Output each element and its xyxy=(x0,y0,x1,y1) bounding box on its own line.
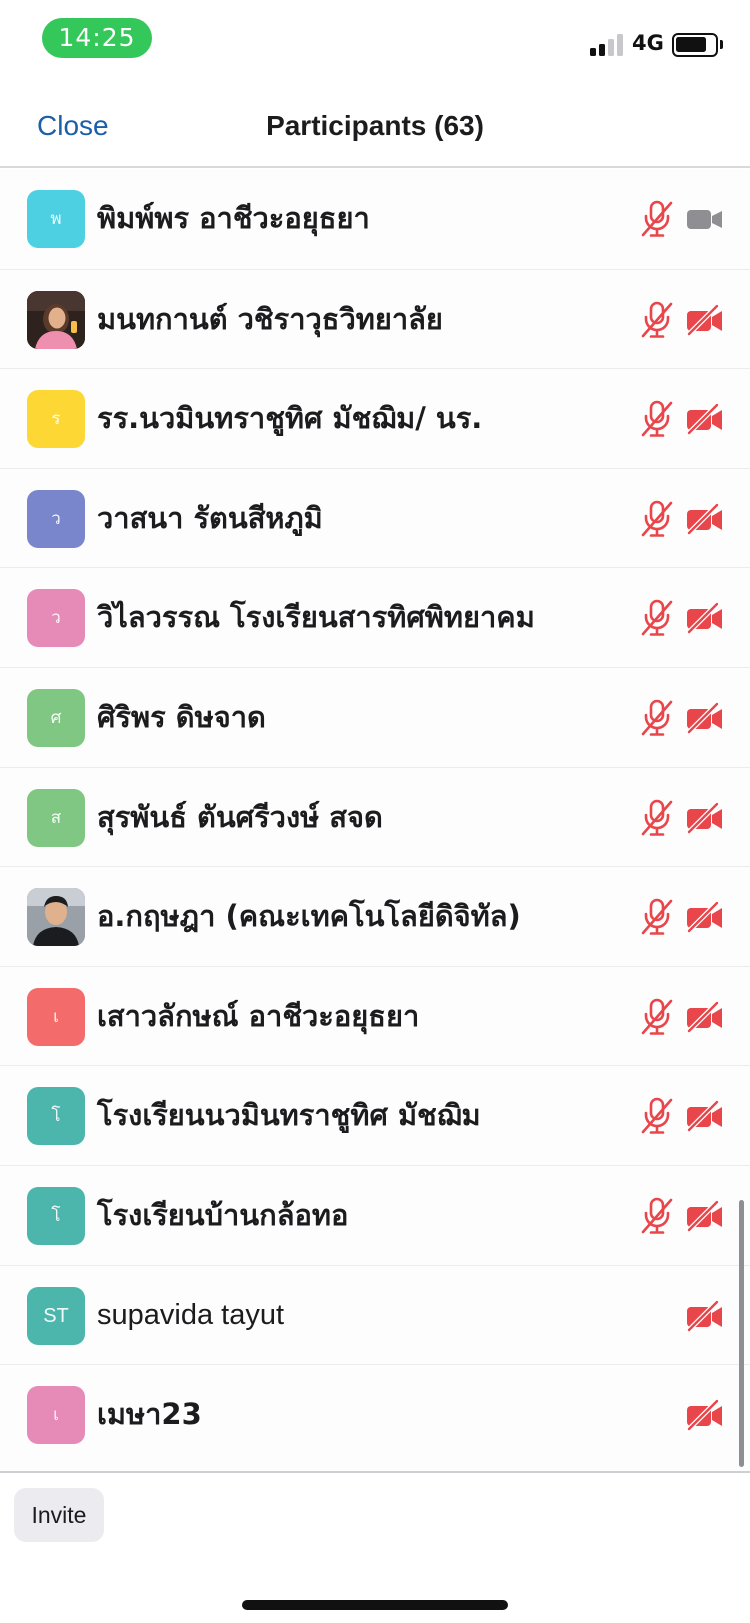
participant-avatar: ส xyxy=(27,788,85,847)
participant-row[interactable]: ร รร.นวมินทราชูทิศ มัชฌิม/ นร. xyxy=(0,368,750,468)
participant-list[interactable]: พ พิมพ์พร อาชีวะอยุธยา มนทกานต์ วชิราวุธว… xyxy=(0,169,750,1471)
participant-row[interactable]: โ โรงเรียนนวมินทราชูทิศ มัชฌิม xyxy=(0,1065,750,1165)
nav-bar: Participants (63) Close xyxy=(0,80,750,168)
participant-name: พิมพ์พร อาชีวะอยุธยา xyxy=(97,201,370,235)
participant-avatar-photo xyxy=(27,290,85,349)
mic-muted-icon xyxy=(640,1097,674,1135)
participant-row[interactable]: ST supavida tayut xyxy=(0,1264,750,1365)
mic-muted-icon xyxy=(640,301,674,339)
network-type: 4G xyxy=(632,31,664,55)
participant-row[interactable]: ว วาสนา รัตนสีหภูมิ xyxy=(0,467,750,568)
participant-avatar: ว xyxy=(27,589,85,648)
page-title: Participants (63) xyxy=(266,110,484,141)
participant-name: วิไลวรรณ โรงเรียนสารทิศพิทยาคม xyxy=(97,600,535,635)
participant-row[interactable]: เ เสาวลักษณ์ อาชีวะอยุธยา xyxy=(0,965,750,1066)
participant-name: เมษา23 xyxy=(97,1397,202,1432)
video-camera-icon xyxy=(686,203,724,235)
video-off-icon xyxy=(686,701,724,735)
video-off-icon xyxy=(686,303,724,337)
participant-row[interactable]: ศ ศิริพร ดิษจาด xyxy=(0,667,750,767)
scrollbar[interactable] xyxy=(739,1200,744,1467)
close-button[interactable]: Close xyxy=(37,110,109,142)
participant-avatar: ศ xyxy=(27,689,85,747)
participant-avatar: พ xyxy=(27,190,85,248)
mic-muted-icon xyxy=(640,898,674,936)
participant-avatar: ร xyxy=(27,390,85,449)
mic-muted-icon xyxy=(640,599,674,637)
participant-name: ศิริพร ดิษจาด xyxy=(97,700,266,734)
participant-row[interactable]: อ.กฤษฎา (คณะเทคโนโลยีดิจิทัล) xyxy=(0,866,750,966)
video-off-icon xyxy=(686,1199,724,1233)
participant-avatar: โ xyxy=(27,1187,85,1245)
participant-name: มนทกานต์ วชิราวุธวิทยาลัย xyxy=(97,301,443,336)
video-off-icon xyxy=(686,1299,724,1333)
status-time: 14:25 xyxy=(42,18,152,58)
participant-name: supavida tayut xyxy=(97,1298,285,1331)
participant-row[interactable]: มนทกานต์ วชิราวุธวิทยาลัย xyxy=(0,268,750,369)
video-off-icon xyxy=(686,601,724,635)
participant-name: โรงเรียนบ้านกล้อทอ xyxy=(97,1198,349,1232)
mic-muted-icon xyxy=(640,400,674,438)
mic-muted-icon xyxy=(640,799,674,837)
video-off-icon xyxy=(686,801,724,835)
participant-name: สุรพันธ์ ตันศรีวงษ์ สจด xyxy=(97,799,383,834)
participant-row[interactable]: ว วิไลวรรณ โรงเรียนสารทิศพิทยาคม xyxy=(0,567,750,667)
participant-avatar: โ xyxy=(27,1087,85,1146)
participant-row[interactable]: เ เมษา23 xyxy=(0,1364,750,1464)
mic-muted-icon xyxy=(640,1197,674,1235)
participant-avatar: เ xyxy=(27,987,85,1046)
invite-button[interactable]: Invite xyxy=(14,1488,104,1542)
participant-avatar: เ xyxy=(27,1386,85,1445)
participant-avatar: ST xyxy=(27,1286,85,1345)
participant-row[interactable]: พ พิมพ์พร อาชีวะอยุธยา xyxy=(0,169,750,269)
footer-divider xyxy=(0,1471,750,1473)
video-off-icon xyxy=(686,1000,724,1034)
nav-divider xyxy=(0,166,750,168)
video-off-icon xyxy=(686,1398,724,1432)
participant-row[interactable]: โ โรงเรียนบ้านกล้อทอ xyxy=(0,1165,750,1265)
mic-muted-icon xyxy=(640,500,674,538)
participant-name: เสาวลักษณ์ อาชีวะอยุธยา xyxy=(97,998,420,1033)
participant-name: รร.นวมินทราชูทิศ มัชฌิม/ นร. xyxy=(97,401,483,436)
participant-avatar: ว xyxy=(27,489,85,548)
home-indicator xyxy=(242,1600,508,1610)
mic-muted-icon xyxy=(640,200,674,238)
participant-name: อ.กฤษฎา (คณะเทคโนโลยีดิจิทัล) xyxy=(97,899,521,934)
video-off-icon xyxy=(686,502,724,536)
video-off-icon xyxy=(686,1099,724,1133)
battery-tip xyxy=(720,40,723,49)
battery-level xyxy=(676,37,706,52)
mic-muted-icon xyxy=(640,998,674,1036)
participant-row[interactable]: ส สุรพันธ์ ตันศรีวงษ์ สจด xyxy=(0,766,750,867)
battery-icon xyxy=(672,33,718,57)
mic-muted-icon xyxy=(640,699,674,737)
video-off-icon xyxy=(686,402,724,436)
participant-avatar-photo xyxy=(27,888,85,947)
participant-name: โรงเรียนนวมินทราชูทิศ มัชฌิม xyxy=(97,1098,481,1133)
video-off-icon xyxy=(686,900,724,934)
participant-name: วาสนา รัตนสีหภูมิ xyxy=(97,500,323,535)
cellular-signal-icon xyxy=(590,34,626,56)
status-bar: 14:25 4G xyxy=(0,0,750,80)
